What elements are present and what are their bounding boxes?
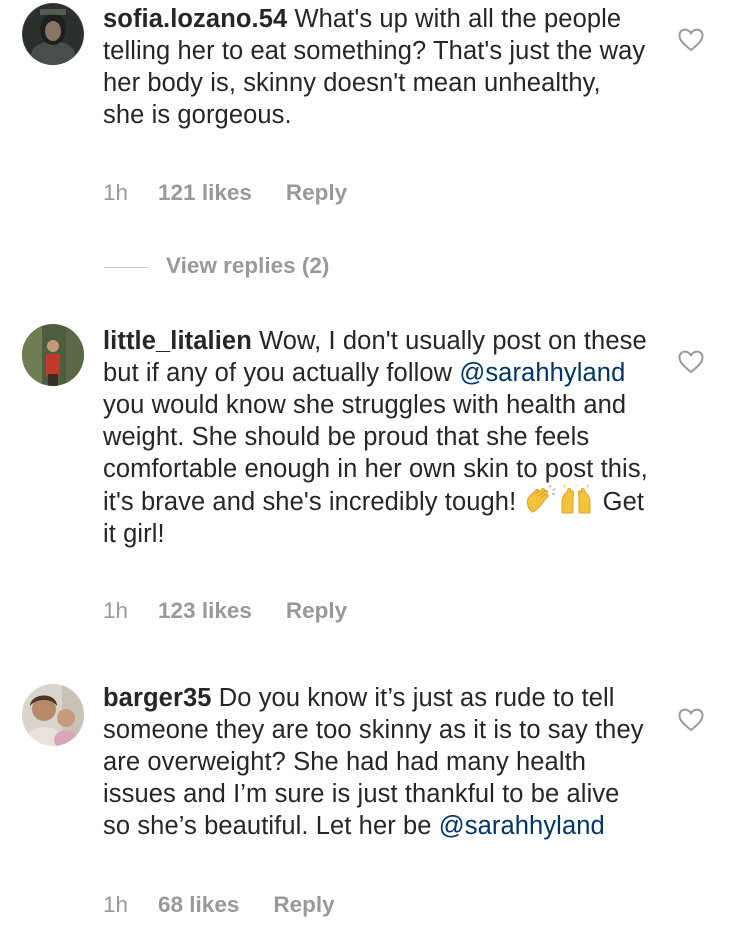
heart-outline-icon[interactable] (678, 28, 704, 52)
comment-time: 1h (103, 180, 129, 205)
comment-time: 1h (103, 892, 129, 917)
avatar[interactable] (22, 684, 84, 746)
mention-link[interactable]: @sarahhyland (459, 359, 625, 387)
avatar[interactable] (22, 3, 84, 65)
view-replies-button[interactable]: View replies (2) (104, 253, 329, 281)
comment-likes[interactable]: 121 likes (158, 180, 252, 206)
reply-button[interactable]: Reply (286, 180, 347, 206)
comment-text: sofia.lozano.54 What's up with all the p… (103, 3, 648, 131)
comment-meta: 1h 121 likes Reply (103, 180, 347, 206)
reply-button[interactable]: Reply (286, 598, 347, 624)
comment-text: barger35 Do you know it’s just as rude t… (103, 682, 648, 842)
comment-username[interactable]: barger35 (103, 684, 212, 712)
clapping-hands-emoji (527, 485, 557, 513)
comment-username[interactable]: sofia.lozano.54 (103, 5, 287, 33)
avatar[interactable] (22, 324, 84, 386)
divider-line (104, 266, 148, 268)
comment-meta: 1h 68 likes Reply (103, 892, 335, 918)
comment-username[interactable]: little_litalien (103, 327, 252, 355)
comment-meta: 1h 123 likes Reply (103, 598, 347, 624)
heart-outline-icon[interactable] (678, 708, 704, 732)
comment-time: 1h (103, 598, 129, 623)
comment-likes[interactable]: 123 likes (158, 598, 252, 624)
comment-text: little_litalien Wow, I don't usually pos… (103, 325, 648, 550)
reply-button[interactable]: Reply (273, 892, 334, 918)
heart-outline-icon[interactable] (678, 350, 704, 374)
mention-link[interactable]: @sarahhyland (439, 812, 605, 840)
view-replies-label: View replies (2) (166, 253, 330, 278)
raising-hands-emoji (561, 485, 591, 514)
comment-likes[interactable]: 68 likes (158, 892, 239, 918)
